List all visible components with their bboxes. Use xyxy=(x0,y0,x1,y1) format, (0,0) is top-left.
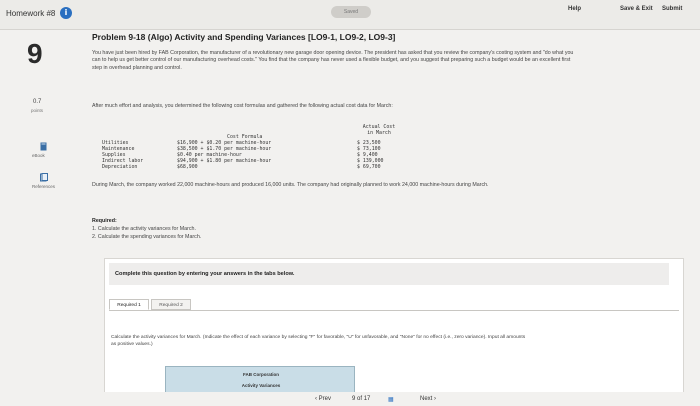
table-row-actual: $ 69,700 xyxy=(357,164,381,170)
tab-required-1[interactable]: Required 1 xyxy=(109,299,149,310)
prev-label: Prev xyxy=(318,396,332,402)
report-title: Activity Variances xyxy=(241,383,281,388)
problem-intro: You have just been hired by FAB Corporat… xyxy=(92,50,574,71)
points-label: points xyxy=(31,108,44,113)
points-value: 0.7 xyxy=(33,99,42,105)
references-icon[interactable] xyxy=(40,173,48,182)
page-current: 9 xyxy=(352,396,356,402)
saved-status: Saved xyxy=(331,6,371,18)
save-exit-button[interactable]: Save & Exit xyxy=(620,6,653,12)
problem-after-text: After much effort and analysis, you dete… xyxy=(92,103,393,109)
submit-button[interactable]: Submit xyxy=(662,6,682,12)
answer-panel: Complete this question by entering your … xyxy=(104,258,684,406)
page-total: 17 xyxy=(363,396,371,402)
march-text: During March, the company worked 22,000 … xyxy=(92,182,489,188)
page-indicator: 9 of 17 xyxy=(352,396,370,406)
table-row-formula: $68,900 xyxy=(177,164,198,170)
homework-title: Homework #8 xyxy=(6,9,56,18)
company-name: FAB Corporation xyxy=(243,372,279,377)
ebook-icon[interactable] xyxy=(40,142,48,151)
bottom-navigation xyxy=(0,392,700,406)
actual-header-2: in March xyxy=(367,130,391,136)
prev-button[interactable]: ‹ Prev xyxy=(315,396,331,406)
chevron-left-icon: ‹ xyxy=(315,396,317,402)
next-label: Next xyxy=(420,396,433,402)
instruction-bar: Complete this question by entering your … xyxy=(109,263,669,285)
page-of: of xyxy=(357,396,363,402)
grid-icon[interactable]: ▦ xyxy=(388,396,394,406)
question-number: 9 xyxy=(27,38,43,69)
info-icon[interactable]: i xyxy=(60,7,72,19)
required-1-text: 1. Calculate the activity variances for … xyxy=(92,226,196,232)
next-button[interactable]: Next › xyxy=(420,396,436,406)
ebook-label[interactable]: eBook xyxy=(32,153,45,158)
chevron-right-icon: › xyxy=(434,396,437,402)
top-bar: Homework #8 i Saved Help Save & Exit Sub… xyxy=(0,0,700,30)
calculate-instructions: Calculate the activity variances for Mar… xyxy=(111,335,526,347)
required-2-text: 2. Calculate the spending variances for … xyxy=(92,234,202,240)
required-label: Required: xyxy=(92,218,117,224)
problem-title: Problem 9-18 (Algo) Activity and Spendin… xyxy=(92,32,396,42)
tab-required-2[interactable]: Required 2 xyxy=(151,299,191,310)
references-label[interactable]: References xyxy=(32,184,55,189)
help-button[interactable]: Help xyxy=(568,6,581,12)
tab-divider xyxy=(109,310,679,311)
table-row-item: Depreciation xyxy=(102,164,138,170)
